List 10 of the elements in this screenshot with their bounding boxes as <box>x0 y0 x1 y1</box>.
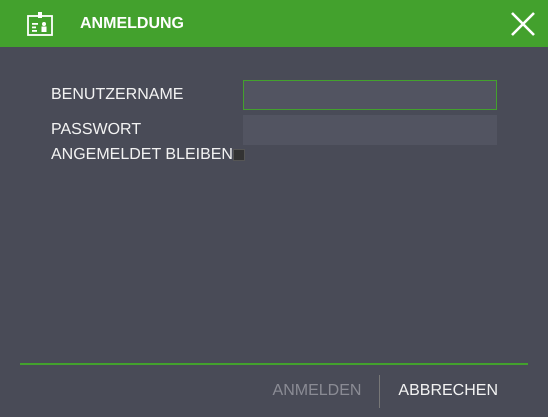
cancel-button[interactable]: ABBRECHEN <box>380 382 516 400</box>
close-button[interactable] <box>510 10 536 36</box>
field-label: BENUTZERNAME <box>51 86 184 104</box>
id-card-icon <box>27 10 53 36</box>
field-label: PASSWORT <box>51 121 142 139</box>
checkbox-label: ANGEMELDET BLEIBEN <box>51 146 233 164</box>
input-field[interactable] <box>243 80 497 110</box>
window-title: ANMELDUNG <box>80 14 185 32</box>
checkbox[interactable] <box>232 149 245 161</box>
close-icon <box>510 10 536 36</box>
